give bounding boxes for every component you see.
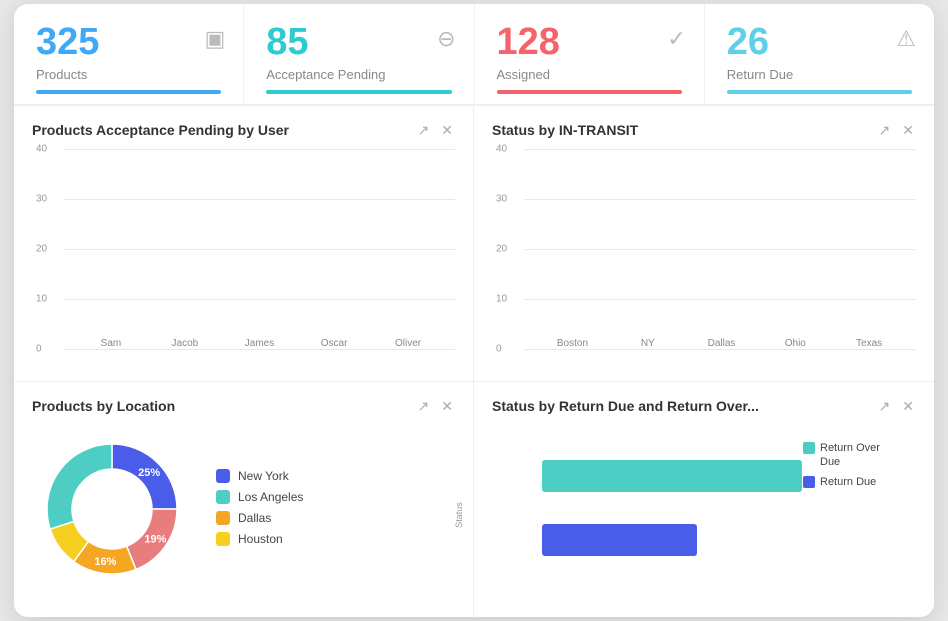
panel-title-3: Products by Location xyxy=(32,398,175,414)
kpi-number-pending: 85 xyxy=(266,21,308,63)
hbar-legend-label: Return Due xyxy=(820,475,876,489)
kpi-number-products: 325 xyxy=(36,21,99,63)
legend-item: New York xyxy=(216,469,303,483)
bar-label: Oscar xyxy=(321,338,348,349)
panel-location: Products by Location ↗ ✕ 25% 19% 16% New Y… xyxy=(14,382,474,617)
hbar-track xyxy=(542,460,802,492)
return-icon: ⚠ xyxy=(896,26,916,52)
kpi-label-assigned: Assigned xyxy=(497,67,682,82)
kpi-accent-pending xyxy=(266,90,451,94)
hbar-row xyxy=(542,524,916,556)
bar-label: Dallas xyxy=(708,338,736,349)
bar-group: James xyxy=(245,334,274,349)
kpi-bar: 325 Products ▣ 85 Acceptance Pending ⊖ 1… xyxy=(14,4,934,105)
legend-label: Los Angeles xyxy=(238,490,303,504)
svg-text:25%: 25% xyxy=(138,467,160,479)
bar-group: Ohio xyxy=(781,334,809,349)
hbar-chart: Status Return Over DueReturn Due xyxy=(492,425,916,605)
panel-actions-1: ↗ ✕ xyxy=(416,122,455,139)
legend-dot xyxy=(216,469,230,483)
main-grid: Products Acceptance Pending by User ↗ ✕ … xyxy=(14,105,934,617)
hbar-legend-item: Return Over Due xyxy=(803,441,900,470)
legend-item: Los Angeles xyxy=(216,490,303,504)
legend-label: Dallas xyxy=(238,511,271,525)
bar-group: NY xyxy=(634,334,662,349)
panel-acceptance-pending: Products Acceptance Pending by User ↗ ✕ … xyxy=(14,106,474,382)
hbar-track xyxy=(542,524,697,556)
bar-chart-2: 403020100BostonNYDallasOhioTexas xyxy=(524,149,916,349)
bar-group: Boston xyxy=(557,334,588,349)
donut-chart: 25% 19% 16% xyxy=(32,429,192,594)
donut-legend: New York Los Angeles Dallas Houston xyxy=(216,469,303,553)
legend-dot xyxy=(216,532,230,546)
bar-label: Texas xyxy=(856,338,882,349)
panel-return-status: Status by Return Due and Return Over... … xyxy=(474,382,934,617)
close-button-4[interactable]: ✕ xyxy=(900,398,916,415)
kpi-number-assigned: 128 xyxy=(497,21,560,63)
panel-header-2: Status by IN-TRANSIT ↗ ✕ xyxy=(492,122,916,139)
kpi-label-pending: Acceptance Pending xyxy=(266,67,451,82)
panel-actions-4: ↗ ✕ xyxy=(877,398,916,415)
panel-title-2: Status by IN-TRANSIT xyxy=(492,122,638,138)
panel-header-1: Products Acceptance Pending by User ↗ ✕ xyxy=(32,122,455,139)
bar-group: Sam xyxy=(97,334,125,349)
dashboard: 325 Products ▣ 85 Acceptance Pending ⊖ 1… xyxy=(14,4,934,617)
close-button-1[interactable]: ✕ xyxy=(439,122,455,139)
bar-label: NY xyxy=(641,338,655,349)
legend-label: New York xyxy=(238,469,289,483)
expand-button-1[interactable]: ↗ xyxy=(416,122,432,139)
legend-label: Houston xyxy=(238,532,283,546)
pending-icon: ⊖ xyxy=(437,26,455,52)
legend-dot xyxy=(216,490,230,504)
kpi-number-return: 26 xyxy=(727,21,769,63)
hbar-legend-label: Return Over Due xyxy=(820,441,900,470)
bar-group: Jacob xyxy=(171,334,199,349)
donut-area: 25% 19% 16% New York Los Angeles Dallas Houst… xyxy=(32,425,455,598)
kpi-label-return: Return Due xyxy=(727,67,912,82)
bar-group: Oscar xyxy=(320,334,348,349)
panel-header-3: Products by Location ↗ ✕ xyxy=(32,398,455,415)
bar-label: Boston xyxy=(557,338,588,349)
close-button-2[interactable]: ✕ xyxy=(900,122,916,139)
bar-label: Jacob xyxy=(172,338,199,349)
hbar-legend-item: Return Due xyxy=(803,475,900,489)
bar-label: Sam xyxy=(101,338,122,349)
bar-label: James xyxy=(245,338,274,349)
products-icon: ▣ xyxy=(204,26,225,52)
expand-button-4[interactable]: ↗ xyxy=(877,398,893,415)
kpi-accent-return xyxy=(727,90,912,94)
panel-in-transit: Status by IN-TRANSIT ↗ ✕ 403020100Boston… xyxy=(474,106,934,382)
legend-item: Houston xyxy=(216,532,303,546)
y-axis-label: Status xyxy=(454,502,464,528)
kpi-card-products: 325 Products ▣ xyxy=(14,4,244,104)
panel-header-4: Status by Return Due and Return Over... … xyxy=(492,398,916,415)
legend-dot xyxy=(216,511,230,525)
hbar-legend-dot xyxy=(803,476,815,488)
panel-title-4: Status by Return Due and Return Over... xyxy=(492,398,759,414)
bar-label: Oliver xyxy=(395,338,421,349)
close-button-3[interactable]: ✕ xyxy=(439,398,455,415)
bar-chart-1: 403020100SamJacobJamesOscarOliver xyxy=(64,149,455,349)
expand-button-3[interactable]: ↗ xyxy=(416,398,432,415)
kpi-card-return: 26 Return Due ⚠ xyxy=(705,4,934,104)
bar-label: Ohio xyxy=(785,338,806,349)
bar-group: Texas xyxy=(855,334,883,349)
expand-button-2[interactable]: ↗ xyxy=(877,122,893,139)
panel-actions-3: ↗ ✕ xyxy=(416,398,455,415)
kpi-accent-products xyxy=(36,90,221,94)
kpi-accent-assigned xyxy=(497,90,682,94)
legend-item: Dallas xyxy=(216,511,303,525)
kpi-label-products: Products xyxy=(36,67,221,82)
bar-group: Dallas xyxy=(708,334,736,349)
assigned-icon: ✓ xyxy=(667,26,685,52)
panel-actions-2: ↗ ✕ xyxy=(877,122,916,139)
kpi-card-assigned: 128 Assigned ✓ xyxy=(475,4,705,104)
svg-text:16%: 16% xyxy=(94,556,116,568)
bar-group: Oliver xyxy=(394,334,422,349)
hbar-legend: Return Over Due Return Due xyxy=(803,441,900,496)
panel-title-1: Products Acceptance Pending by User xyxy=(32,122,289,138)
kpi-card-pending: 85 Acceptance Pending ⊖ xyxy=(244,4,474,104)
hbar-legend-dot xyxy=(803,442,815,454)
svg-text:19%: 19% xyxy=(144,533,166,545)
